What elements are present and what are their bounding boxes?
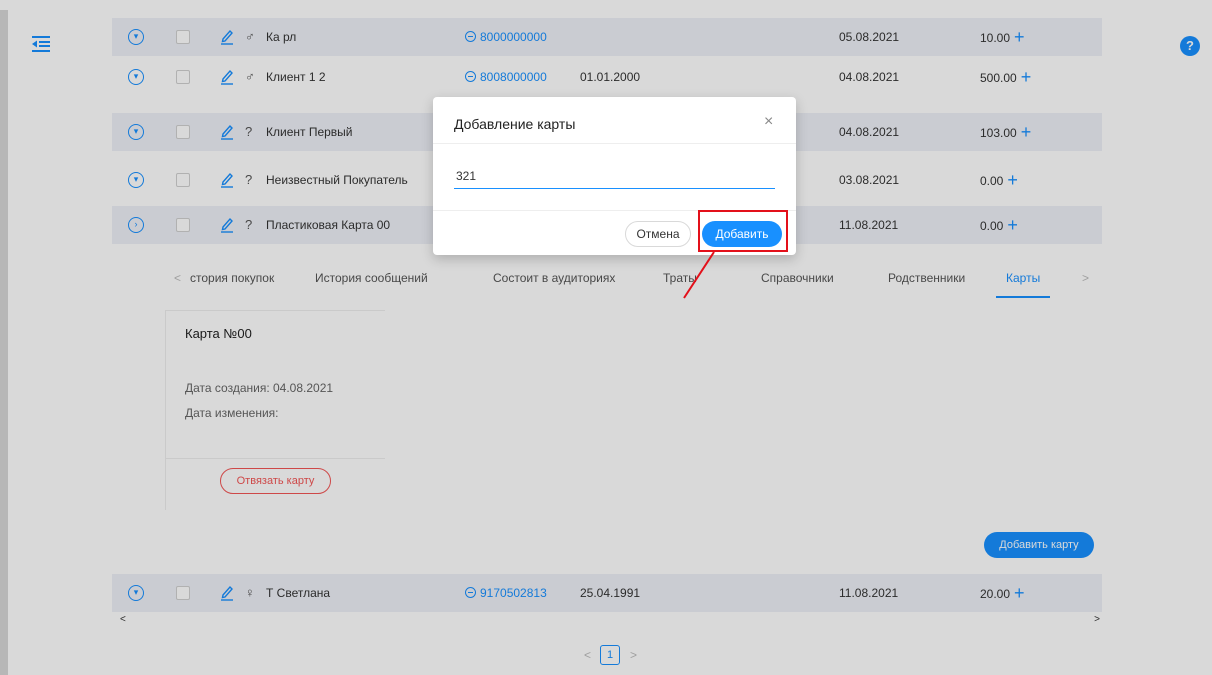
modal-title: Добавление карты	[454, 116, 576, 132]
cancel-button[interactable]: Отмена	[625, 221, 691, 247]
highlight-annotation	[698, 210, 788, 252]
annotation-arrow-icon	[683, 251, 715, 299]
close-icon[interactable]: ×	[764, 113, 773, 131]
divider	[433, 143, 796, 144]
card-number-input[interactable]	[454, 163, 775, 189]
